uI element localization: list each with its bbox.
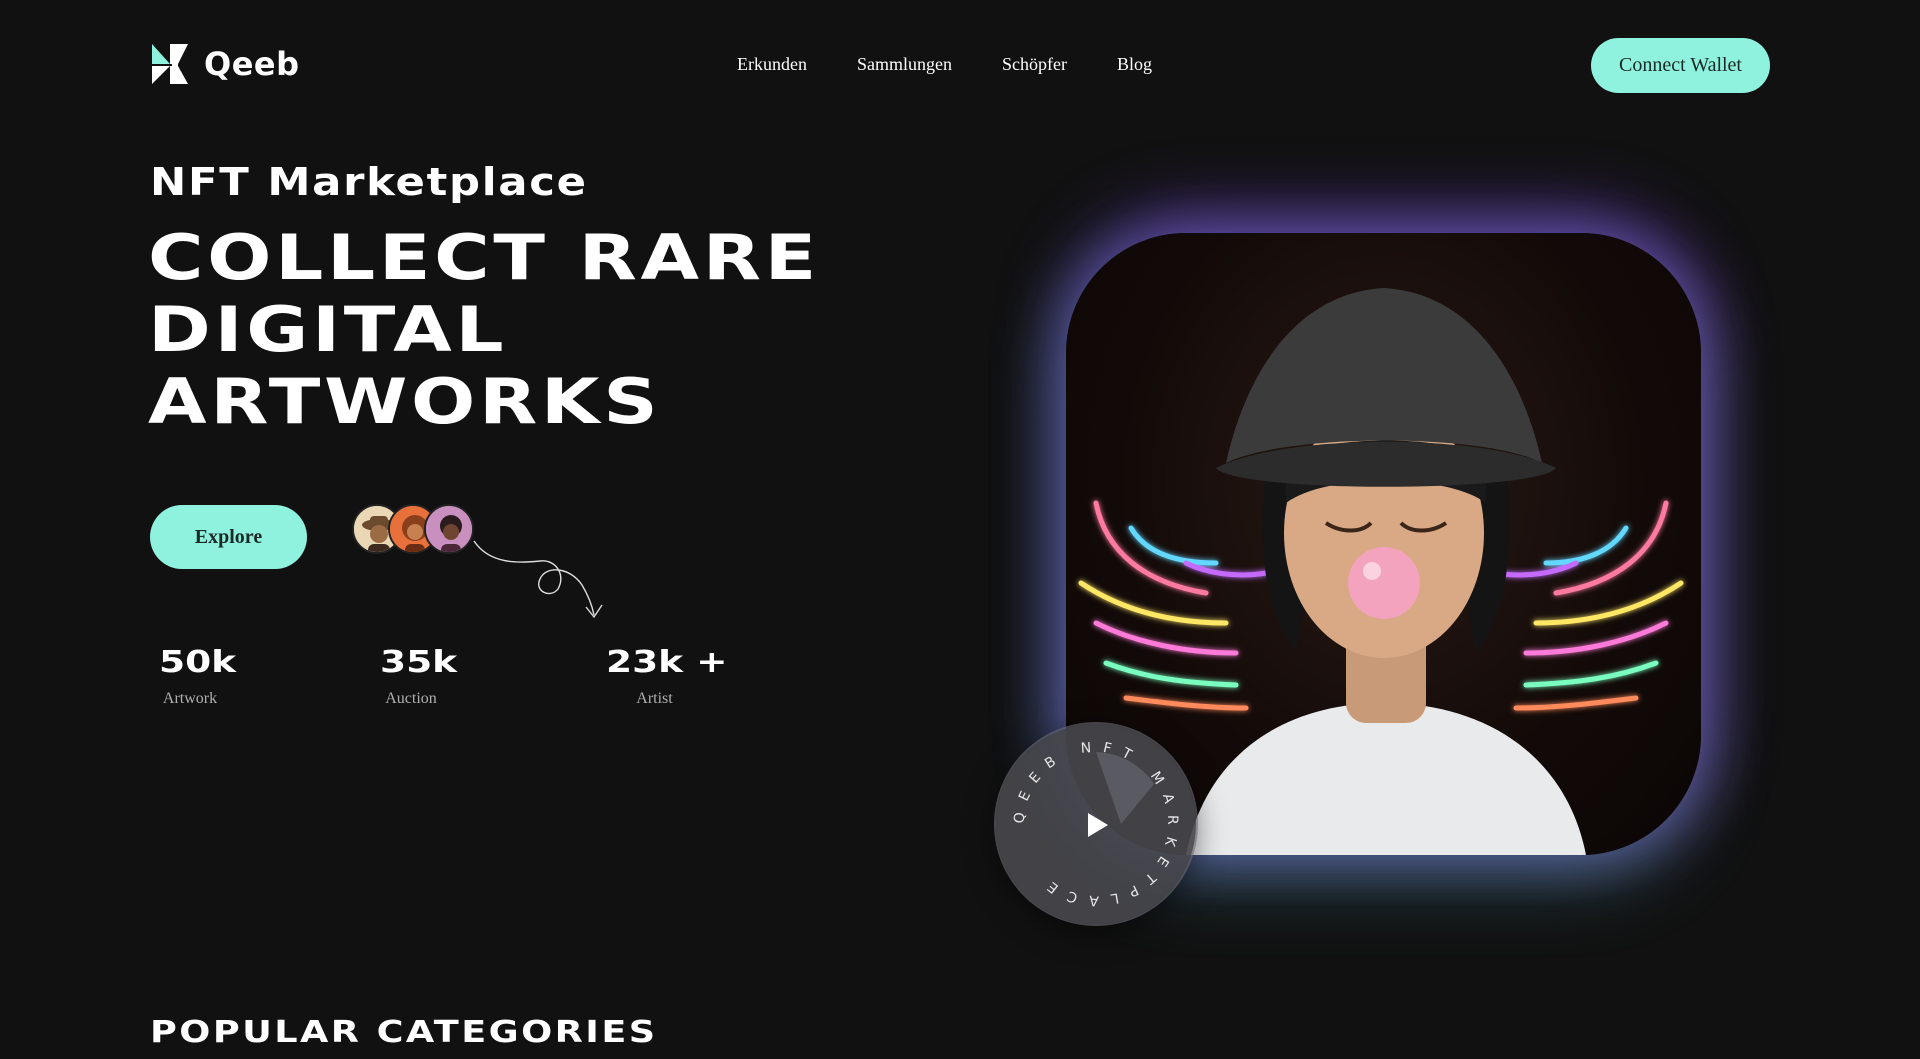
stat-label: Artist [636,690,673,707]
nav-item-blog[interactable]: Blog [1117,54,1152,75]
brand-logo[interactable]: Qeeb [150,42,300,86]
brand-name: Qeeb [204,45,300,83]
hero-subtitle: NFT Marketplace [150,160,588,204]
curly-arrow-icon [473,540,603,619]
avatar [424,504,474,554]
stat-auction: 35k Auction [371,645,457,708]
headline-line-3: ARTWORKS [148,365,662,438]
headline-line-2: DIGITAL [148,293,508,366]
play-icon[interactable] [1086,812,1110,838]
nav-item-sammlungen[interactable]: Sammlungen [857,54,952,75]
nav-item-schoepfer[interactable]: Schöpfer [1002,54,1067,75]
main-nav: Erkunden Sammlungen Schöpfer Blog [737,54,1152,75]
stat-artist: 23k + Artist [592,645,728,708]
stat-value: 35k [380,645,458,680]
stat-value: 23k + [605,645,728,680]
stat-label: Auction [385,690,437,707]
explore-button[interactable]: Explore [150,505,307,569]
stat-value: 50k [159,645,237,680]
play-badge[interactable]: QEEB NFT MARKETPLACE [996,724,1196,924]
stat-artwork: 50k Artwork [150,645,236,708]
headline-line-1: COLLECT RARE [148,221,820,294]
popular-categories-title: POPULAR CATEGORIES [150,1015,658,1050]
hexagon-logo-icon [152,44,188,84]
connect-wallet-button[interactable]: Connect Wallet [1591,38,1770,93]
hero-headline: COLLECT RARE DIGITAL ARTWORKS [148,222,820,438]
nav-item-erkunden[interactable]: Erkunden [737,54,807,75]
stat-label: Artwork [162,690,218,707]
